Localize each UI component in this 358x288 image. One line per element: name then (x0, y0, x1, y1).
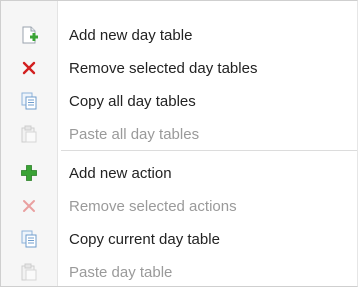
context-menu: Add new day table Remove selected day ta… (0, 0, 358, 287)
red-x-icon (1, 190, 57, 222)
menu-item-label: Paste day table (69, 263, 173, 281)
menu-item-paste-day-table[interactable]: Paste day table (1, 256, 357, 288)
menu-item-label: Paste all day tables (69, 125, 200, 143)
menu-item-copy-all-day-tables[interactable]: Copy all day tables (1, 85, 357, 117)
menu-item-copy-current-day-table[interactable]: Copy current day table (1, 223, 357, 255)
menu-item-label: Add new action (69, 164, 172, 182)
red-x-icon (1, 52, 57, 84)
menu-item-label: Remove selected day tables (69, 59, 258, 77)
menu-item-label: Add new day table (69, 26, 193, 44)
paste-icon (1, 256, 57, 288)
menu-item-add-new-day-table[interactable]: Add new day table (1, 19, 357, 51)
menu-item-label: Copy all day tables (69, 92, 196, 110)
copy-icon (1, 223, 57, 255)
menu-item-label: Copy current day table (69, 230, 220, 248)
copy-icon (1, 85, 57, 117)
menu-item-label: Remove selected actions (69, 197, 237, 215)
menu-separator (61, 150, 357, 151)
menu-item-add-new-action[interactable]: Add new action (1, 157, 357, 189)
menu-item-remove-selected-actions[interactable]: Remove selected actions (1, 190, 357, 222)
menu-item-paste-all-day-tables[interactable]: Paste all day tables (1, 118, 357, 150)
green-plus-icon (1, 157, 57, 189)
menu-item-remove-selected-day-tables[interactable]: Remove selected day tables (1, 52, 357, 84)
add-document-icon (1, 19, 57, 51)
paste-icon (1, 118, 57, 150)
